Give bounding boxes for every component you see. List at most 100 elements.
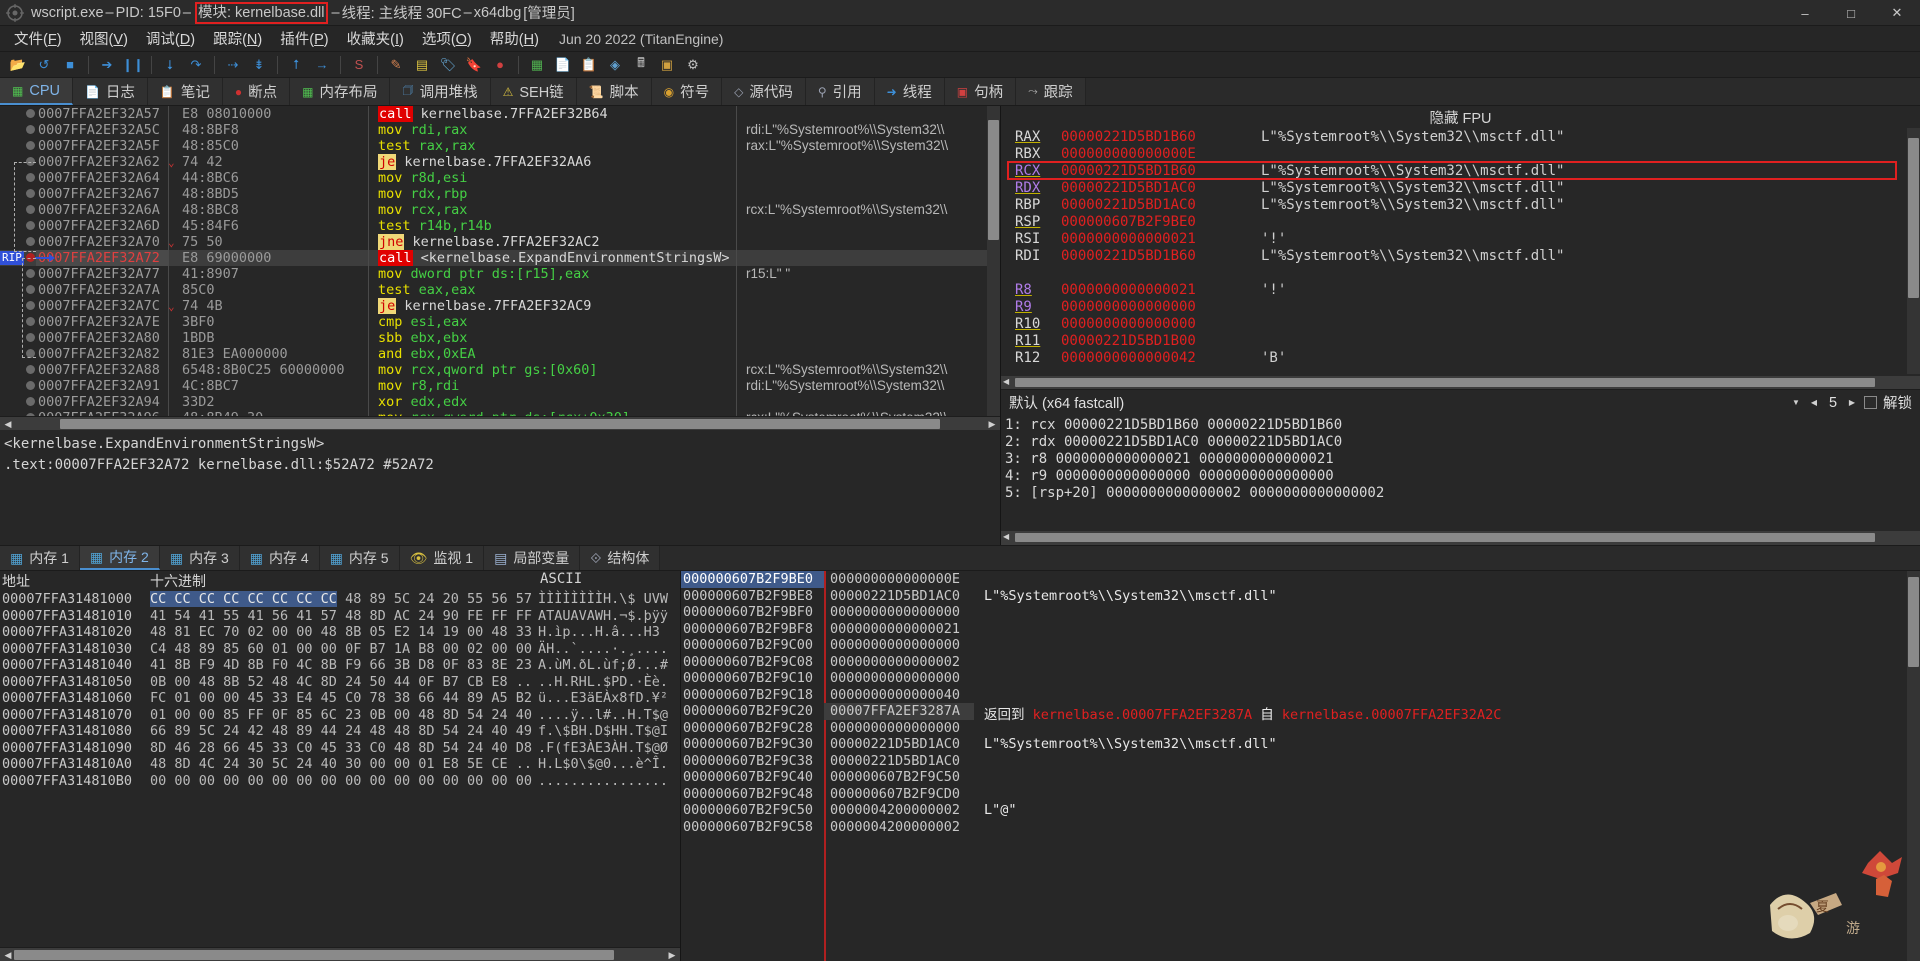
registers-vscrollbar[interactable] <box>1907 128 1920 374</box>
register-row[interactable]: RSP000000607B2F9BE0 <box>1001 213 1920 230</box>
breakpoint-dot-icon[interactable] <box>26 141 35 150</box>
register-name[interactable]: RBP <box>1001 197 1061 213</box>
chevron-down-icon[interactable]: ▼ <box>1790 394 1802 412</box>
dump-hex[interactable]: 00 00 00 00 00 00 00 00 00 00 00 00 00 0… <box>150 773 538 790</box>
register-name[interactable]: RDX <box>1001 180 1061 196</box>
stack-row[interactable]: 000000607B2F9C500000004200000002L"@" <box>681 802 1920 819</box>
register-row[interactable]: R120000000000000042'B' <box>1001 349 1920 366</box>
dump-hex[interactable]: CC CC CC CC CC CC CC CC 48 89 5C 24 20 5… <box>150 591 538 608</box>
arguments-list[interactable]: 1: rcx 00000221D5BD1B60 00000221D5BD1B60… <box>1001 415 1920 531</box>
tab-引用[interactable]: ⚲引用 <box>806 78 875 105</box>
tab-线程[interactable]: ➜线程 <box>875 78 945 105</box>
tab-跟踪[interactable]: ⤳跟踪 <box>1016 78 1086 105</box>
tab-源代码[interactable]: ◇源代码 <box>722 78 806 105</box>
register-name[interactable]: RAX <box>1001 129 1061 145</box>
register-row[interactable]: R100000000000000000 <box>1001 315 1920 332</box>
register-row[interactable]: R90000000000000000 <box>1001 298 1920 315</box>
stack-row[interactable]: 000000607B2F9C000000000000000000 <box>681 637 1920 654</box>
register-row[interactable]: R1100000221D5BD1B00 <box>1001 332 1920 349</box>
breakpoint-dot-icon[interactable] <box>26 381 35 390</box>
dump-col-ascii[interactable]: ASCII <box>540 571 582 591</box>
disassembly-row[interactable]: RIP0007FFA2EF32A72E8 69000000call <kerne… <box>0 250 1000 266</box>
dump-hex[interactable]: 41 54 41 55 41 56 41 57 48 8D AC 24 90 F… <box>150 608 538 625</box>
register-value[interactable]: 000000000000000E <box>1061 146 1261 162</box>
pencil-icon[interactable]: ✎ <box>384 54 408 76</box>
script-icon[interactable]: S <box>347 54 371 76</box>
menu-item-3[interactable]: 跟踪(N) <box>205 25 270 52</box>
menu-item-7[interactable]: 帮助(H) <box>482 25 547 52</box>
argument-row[interactable]: 5: [rsp+20] 0000000000000002 00000000000… <box>1005 485 1920 502</box>
dump-row[interactable]: 00007FFA31481000CC CC CC CC CC CC CC CC … <box>0 591 680 608</box>
disassembly-row[interactable]: 0007FFA2EF32A9433D2xor edx,edx <box>0 394 1000 410</box>
register-row[interactable]: RBX000000000000000E <box>1001 145 1920 162</box>
dump-row[interactable]: 00007FFA3148102048 81 EC 70 02 00 00 48 … <box>0 624 680 641</box>
breakpoint-dot-icon[interactable] <box>26 365 35 374</box>
register-value[interactable]: 0000000000000000 <box>1061 299 1261 315</box>
stack-row[interactable]: 000000607B2F9BF00000000000000000 <box>681 604 1920 621</box>
dump-col-address[interactable]: 地址 <box>0 571 150 591</box>
disassembly-gutter[interactable] <box>0 122 36 138</box>
stack-view[interactable]: 000000607B2F9BE0000000000000000E00000060… <box>680 571 1920 961</box>
tab-SEH链[interactable]: ⚠SEH链 <box>491 78 577 105</box>
patch-icon[interactable]: ▣ <box>655 54 679 76</box>
restart-icon[interactable]: ↺ <box>32 54 56 76</box>
register-row[interactable]: RDX00000221D5BD1AC0L"%Systemroot%\\Syste… <box>1001 179 1920 196</box>
disassembly-row[interactable]: 0007FFA2EF32A6444:8BC6mov r8d,esi <box>0 170 1000 186</box>
bottom-tab-内存 1[interactable]: ▦内存 1 <box>0 546 80 570</box>
dump-hex[interactable]: 66 89 5C 24 42 48 89 44 24 48 48 8D 54 2… <box>150 723 538 740</box>
log-icon[interactable]: 📄 <box>551 54 575 76</box>
unlock-checkbox[interactable] <box>1864 396 1877 409</box>
tab-日志[interactable]: 📄日志 <box>73 78 148 105</box>
stack-row[interactable]: 000000607B2F9C180000000000000040 <box>681 687 1920 704</box>
register-value[interactable]: 00000221D5BD1AC0 <box>1061 180 1261 196</box>
menu-item-0[interactable]: 文件(F) <box>6 25 70 52</box>
stack-row[interactable]: 000000607B2F9C3000000221D5BD1AC0L"%Syste… <box>681 736 1920 753</box>
disassembly-row[interactable]: 0007FFA2EF32A7E3BF0cmp esi,eax <box>0 314 1000 330</box>
disassembly-row[interactable]: 0007FFA2EF32A6748:8BD5mov rdx,rbp <box>0 186 1000 202</box>
tab-句柄[interactable]: ▣句柄 <box>945 78 1016 105</box>
bottom-tab-内存 4[interactable]: ▦内存 4 <box>240 546 320 570</box>
menu-item-4[interactable]: 插件(P) <box>272 25 336 52</box>
dump-row[interactable]: 00007FFA3148104041 8B F9 4D 8B F0 4C 8B … <box>0 657 680 674</box>
register-name[interactable]: R12 <box>1001 350 1061 366</box>
tab-符号[interactable]: ◉符号 <box>652 78 722 105</box>
pause-icon[interactable]: ❙❙ <box>121 54 145 76</box>
disassembly-row[interactable]: 0007FFA2EF32A8281E3 EA000000and ebx,0xEA <box>0 346 1000 362</box>
notes-icon[interactable]: 📋 <box>577 54 601 76</box>
register-name[interactable]: RSP <box>1001 214 1061 230</box>
stop-icon[interactable]: ■ <box>58 54 82 76</box>
dump-row[interactable]: 00007FFA314810B000 00 00 00 00 00 00 00 … <box>0 773 680 790</box>
argument-row[interactable]: 2: rdx 00000221D5BD1AC0 00000221D5BD1AC0 <box>1005 434 1920 451</box>
bottom-tab-内存 2[interactable]: ▦内存 2 <box>80 546 160 570</box>
register-name[interactable]: RBX <box>1001 146 1061 162</box>
tab-脚本[interactable]: 📜脚本 <box>577 78 652 105</box>
register-row[interactable]: RAX00000221D5BD1B60L"%Systemroot%\\Syste… <box>1001 128 1920 145</box>
register-row[interactable]: RBP00000221D5BD1AC0L"%Systemroot%\\Syste… <box>1001 196 1920 213</box>
bookmark-icon[interactable]: 🔖 <box>462 54 486 76</box>
register-value[interactable]: 000000607B2F9BE0 <box>1061 214 1261 230</box>
label-icon[interactable]: 🏷 <box>436 54 460 76</box>
disassembly-row[interactable]: 0007FFA2EF32A62⌄74 42je kernelbase.7FFA2… <box>0 154 1000 170</box>
dump-row[interactable]: 00007FFA314810A048 8D 4C 24 30 5C 24 40 … <box>0 756 680 773</box>
dump-hex[interactable]: C4 48 89 85 60 01 00 00 0F B7 1A B8 00 0… <box>150 641 538 658</box>
disassembly-row[interactable]: 0007FFA2EF32A57E8 08010000call kernelbas… <box>0 106 1000 122</box>
trace-into-icon[interactable]: ⇢ <box>221 54 245 76</box>
register-value[interactable]: 00000221D5BD1B60 <box>1061 129 1261 145</box>
dump-row[interactable]: 00007FFA3148107001 00 00 85 FF 0F 85 6C … <box>0 707 680 724</box>
register-name[interactable]: R10 <box>1001 316 1061 332</box>
settings-icon[interactable]: ⚙ <box>681 54 705 76</box>
dump-hex[interactable]: FC 01 00 00 45 33 E4 45 C0 78 38 66 44 8… <box>150 690 538 707</box>
register-name[interactable]: R11 <box>1001 333 1061 349</box>
memory-dump-view[interactable]: 地址 十六进制 ASCII 00007FFA31481000CC CC CC C… <box>0 571 680 961</box>
stack-vscrollbar[interactable] <box>1907 571 1920 961</box>
dump-hex[interactable]: 48 81 EC 70 02 00 00 48 8B 05 E2 14 19 0… <box>150 624 538 641</box>
breakpoint-dot-icon[interactable] <box>26 109 35 118</box>
calling-convention-label[interactable]: 默认 (x64 fastcall) <box>1009 392 1784 413</box>
disassembly-hscrollbar[interactable]: ◀ ▶ <box>0 416 1000 430</box>
register-value[interactable]: 0000000000000021 <box>1061 282 1261 298</box>
graph-icon[interactable]: ◈ <box>603 54 627 76</box>
stack-row[interactable]: 000000607B2F9C080000000000000002 <box>681 654 1920 671</box>
tab-内存布局[interactable]: ▦内存布局 <box>290 78 390 105</box>
maximize-button[interactable]: □ <box>1828 0 1874 26</box>
menu-item-5[interactable]: 收藏夹(I) <box>339 25 412 52</box>
